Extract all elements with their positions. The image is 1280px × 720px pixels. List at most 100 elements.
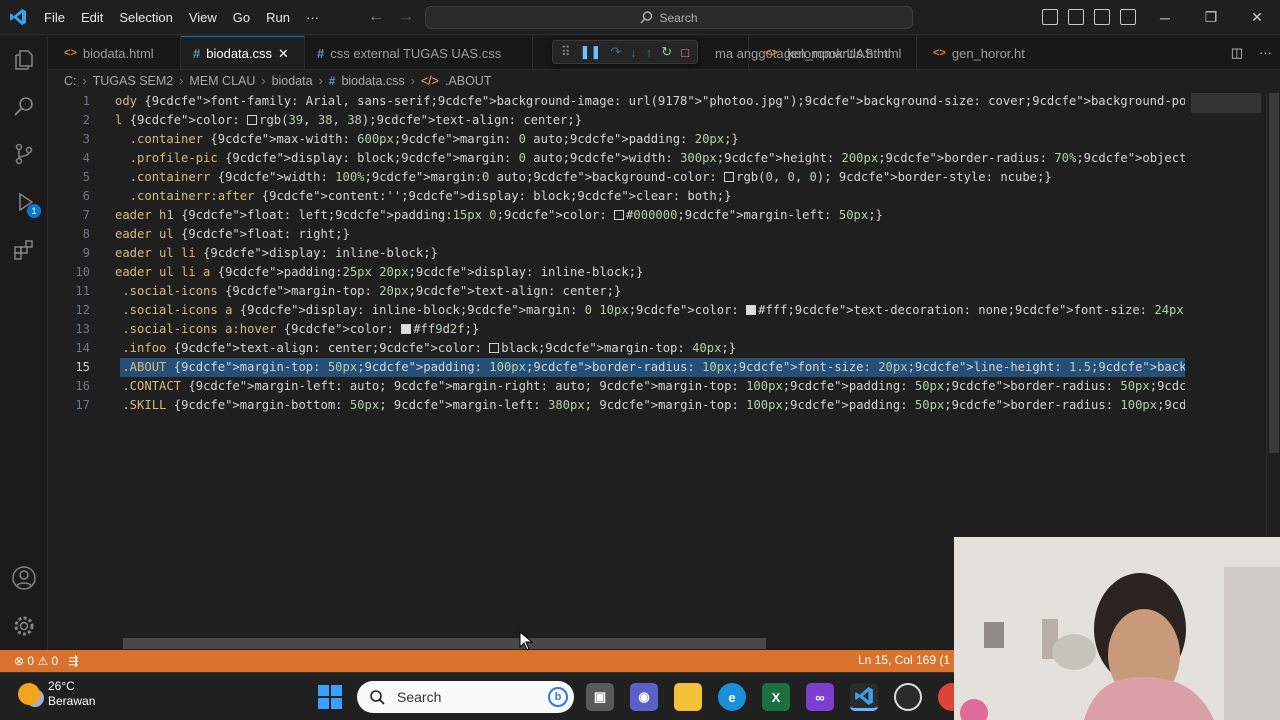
settings-gear-icon[interactable] — [10, 612, 38, 640]
broadcast-icon[interactable]: ⇶ — [68, 654, 78, 668]
html-file-icon: <> — [765, 47, 778, 59]
restore-icon[interactable]: ❐ — [1188, 0, 1234, 35]
vscode-taskbar-icon[interactable] — [850, 683, 878, 711]
code-line[interactable]: 13 .social-icons a:hover {9cdcfe">color:… — [48, 320, 1185, 339]
toggle-sidebar-icon[interactable] — [1042, 9, 1058, 25]
start-button[interactable] — [318, 685, 342, 709]
tab-biodata-css[interactable]: # biodata.css ✕ — [181, 36, 305, 69]
tab-gen-romantis[interactable]: <> gen_romantis.html — [749, 36, 917, 69]
close-window-icon[interactable]: ✕ — [1234, 0, 1280, 35]
customize-layout-icon[interactable] — [1120, 9, 1136, 25]
obs-icon[interactable] — [894, 683, 922, 711]
minimap-viewport[interactable] — [1191, 93, 1261, 113]
more-actions-icon[interactable]: ··· — [1259, 45, 1272, 61]
minimize-icon[interactable]: ─ — [1142, 0, 1188, 35]
menu-file[interactable]: File — [36, 0, 73, 35]
problems-indicator[interactable]: ⊗ 0 ⚠ 0 — [14, 654, 58, 668]
code-line[interactable]: 14 .infoo {9cdcfe">text-align: center;9c… — [48, 339, 1185, 358]
line-number: 11 — [75, 284, 90, 298]
drag-handle-icon[interactable]: ⠿ — [561, 44, 571, 60]
tab-css-external[interactable]: # css external TUGAS UAS.css — [305, 36, 533, 69]
code-line[interactable]: 12 .social-icons a {9cdcfe">display: inl… — [48, 301, 1185, 320]
taskbar-search[interactable]: Search b — [357, 681, 574, 713]
code-line[interactable]: 11 .social-icons {9cdcfe">margin-top: 20… — [48, 282, 1185, 301]
breadcrumb-drive[interactable]: C: — [64, 74, 77, 88]
horizontal-scroll-thumb[interactable] — [123, 638, 766, 649]
line-number: 15 — [75, 360, 90, 374]
breadcrumb-folder[interactable]: MEM CLAU — [189, 74, 255, 88]
code-line[interactable]: 10 eader ul li a {9cdcfe">padding:25px 20… — [48, 263, 1185, 282]
toggle-secondary-sidebar-icon[interactable] — [1094, 9, 1110, 25]
line-code: .social-icons a:hover {9cdcfe">color: #f… — [122, 322, 480, 336]
line-code: eader ul {9cdcfe">float: right;} — [115, 227, 350, 241]
code-line[interactable]: 17 .SKILL {9cdcfe">margin-bottom: 50px; … — [48, 396, 1185, 415]
search-label: Search — [659, 10, 698, 25]
menu-more[interactable]: ··· — [298, 0, 327, 35]
back-arrow-icon[interactable]: ← — [368, 8, 384, 26]
code-line[interactable]: 7 eader h1 {9cdcfe">float: left;9cdcfe">p… — [48, 206, 1185, 225]
css-file-icon: # — [328, 74, 336, 88]
file-explorer-icon[interactable] — [674, 683, 702, 711]
breadcrumb-folder[interactable]: TUGAS SEM2 — [93, 74, 174, 88]
warning-icon: ⚠ — [37, 654, 49, 668]
visual-studio-icon[interactable]: ∞ — [806, 683, 834, 711]
tab-gen-horor[interactable]: <> gen_horor.ht — [917, 36, 1057, 69]
menu-run[interactable]: Run — [258, 0, 298, 35]
code-line[interactable]: 2 l {9cdcfe">color: rgb(39, 38, 38);9cdcf… — [48, 111, 1185, 130]
toggle-panel-icon[interactable] — [1068, 9, 1084, 25]
tab-biodata-html[interactable]: <> biodata.html — [48, 36, 181, 69]
excel-icon[interactable]: X — [762, 683, 790, 711]
forward-arrow-icon[interactable]: → — [398, 8, 414, 26]
close-tab-icon[interactable]: ✕ — [278, 46, 289, 62]
stop-icon[interactable]: □ — [681, 45, 689, 60]
menu-go[interactable]: Go — [225, 0, 258, 35]
breadcrumb-file[interactable]: biodata.css — [341, 74, 404, 88]
line-code: .social-icons a {9cdcfe">display: inline… — [122, 303, 1185, 317]
breadcrumb-folder[interactable]: biodata — [272, 74, 313, 88]
account-icon[interactable] — [10, 564, 38, 592]
code-line[interactable]: 9 eader ul li {9cdcfe">display: inline-bl… — [48, 244, 1185, 263]
run-debug-icon[interactable]: 1 — [10, 188, 41, 218]
line-number: 16 — [75, 379, 90, 393]
explorer-icon[interactable] — [10, 46, 38, 74]
vertical-scroll-thumb[interactable] — [1269, 93, 1279, 453]
error-icon: ⊗ — [14, 654, 25, 668]
line-number: 10 — [75, 265, 90, 279]
tab-label: biodata.html — [82, 45, 154, 61]
line-number: 8 — [82, 227, 90, 241]
code-line[interactable]: 6 .containerr:after {9cdcfe">content:'';… — [48, 187, 1185, 206]
edge-icon[interactable]: e — [718, 683, 746, 711]
task-view-icon[interactable]: ▣ — [586, 683, 614, 711]
code-line[interactable]: 3 .container {9cdcfe">max-width: 600px;9… — [48, 130, 1185, 149]
code-line[interactable]: 1 ody {9cdcfe">font-family: Arial, sans-s… — [48, 92, 1185, 111]
line-number: 17 — [75, 398, 90, 412]
line-code: eader ul li {9cdcfe">display: inline-blo… — [115, 246, 438, 260]
line-number: 3 — [82, 132, 90, 146]
extensions-icon[interactable] — [10, 236, 38, 264]
bing-icon[interactable]: b — [548, 687, 568, 707]
split-editor-icon[interactable]: ◫ — [1231, 45, 1243, 61]
weather-widget[interactable]: 26°C Berawan — [18, 679, 95, 709]
search-view-icon[interactable] — [10, 92, 38, 120]
menu-view[interactable]: View — [181, 0, 225, 35]
code-line[interactable]: 16 .CONTACT {9cdcfe">margin-left: auto; … — [48, 377, 1185, 396]
code-line[interactable]: 15 .ABOUT {9cdcfe">margin-top: 50px;9cdc… — [48, 358, 1185, 377]
step-out-icon[interactable]: ↑ — [646, 45, 653, 60]
code-line[interactable]: 8 eader ul {9cdcfe">float: right;} — [48, 225, 1185, 244]
pause-icon[interactable]: ❚❚ — [580, 44, 602, 60]
step-into-icon[interactable]: ↓ — [630, 45, 637, 60]
code-line[interactable]: 5 .containerr {9cdcfe">width: 100%;9cdcf… — [48, 168, 1185, 187]
menu-selection[interactable]: Selection — [111, 0, 180, 35]
line-code: .containerr:after {9cdcfe">content:'';9c… — [129, 189, 732, 203]
step-over-icon[interactable]: ↷ — [610, 44, 621, 60]
breadcrumb-symbol[interactable]: .ABOUT — [445, 74, 492, 88]
debug-badge: 1 — [27, 204, 41, 218]
source-control-icon[interactable] — [10, 140, 38, 168]
menu-edit[interactable]: Edit — [73, 0, 111, 35]
cursor-position[interactable]: Ln 15, Col 169 (1 — [858, 653, 950, 667]
restart-icon[interactable]: ↻ — [661, 44, 672, 60]
command-search[interactable]: Search — [425, 6, 913, 29]
code-line[interactable]: 4 .profile-pic {9cdcfe">display: block;9… — [48, 149, 1185, 168]
line-code: eader h1 {9cdcfe">float: left;9cdcfe">pa… — [115, 208, 883, 222]
teams-icon[interactable]: ◉ — [630, 683, 658, 711]
